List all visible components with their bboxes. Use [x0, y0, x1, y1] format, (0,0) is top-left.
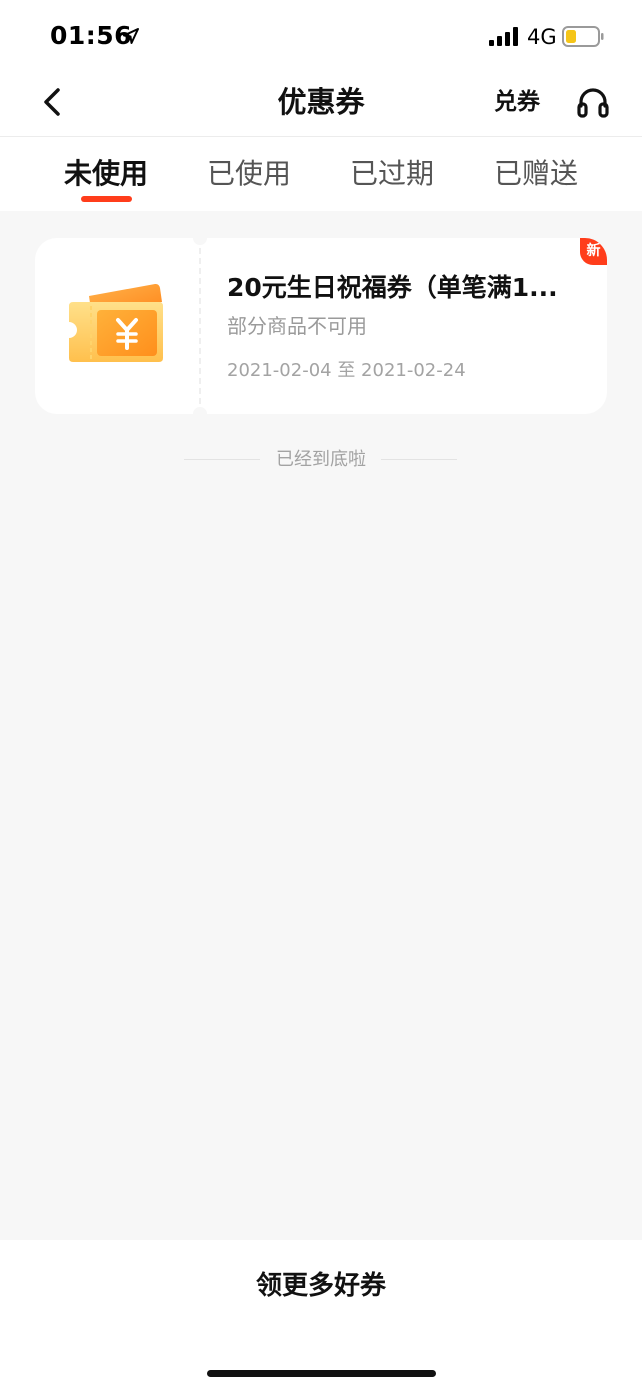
status-time: 01:56 [50, 21, 133, 50]
coupon-title: 20元生日祝福券（单笔满1... [227, 273, 558, 302]
redeem-coupon-button[interactable]: 兑券 [494, 84, 540, 120]
tab-used[interactable]: 已使用 [179, 155, 319, 193]
page-title: 优惠券 [277, 85, 365, 119]
coupon-status-tabs: 未使用 已使用 已过期 已赠送 [0, 137, 642, 211]
end-of-list-text: 已经到底啦 [276, 449, 366, 470]
end-of-list-note: 已经到底啦 [0, 446, 642, 474]
new-badge: 新 [580, 238, 607, 265]
nav-bar: 优惠券 兑券 [0, 72, 642, 137]
location-arrow-icon [123, 28, 139, 44]
bottom-bar: 领更多好券 [0, 1240, 642, 1389]
network-type: 4G [527, 25, 557, 49]
coupon-divider [199, 248, 201, 404]
customer-service-button[interactable] [573, 82, 613, 122]
status-bar: 01:56 4G [0, 0, 642, 72]
headset-icon [577, 88, 609, 118]
tab-unused[interactable]: 未使用 [36, 155, 176, 193]
coupon-notch [193, 407, 207, 414]
coupon-restriction: 部分商品不可用 [227, 314, 367, 338]
ticket-yuan-icon [69, 283, 163, 362]
active-tab-indicator [81, 196, 132, 202]
cellular-signal-icon [489, 27, 518, 46]
tab-gifted[interactable]: 已赠送 [466, 155, 606, 193]
coupon-notch [193, 238, 207, 245]
get-more-coupons-button[interactable]: 领更多好券 [0, 1266, 642, 1306]
divider-line [381, 459, 457, 460]
battery-icon [562, 26, 604, 47]
home-indicator[interactable] [207, 1370, 436, 1377]
coupon-validity: 2021-02-04 至 2021-02-24 [227, 360, 466, 381]
coupon-card[interactable]: 20元生日祝福券（单笔满1... 部分商品不可用 2021-02-04 至 20… [35, 238, 607, 414]
tab-expired[interactable]: 已过期 [322, 155, 462, 193]
